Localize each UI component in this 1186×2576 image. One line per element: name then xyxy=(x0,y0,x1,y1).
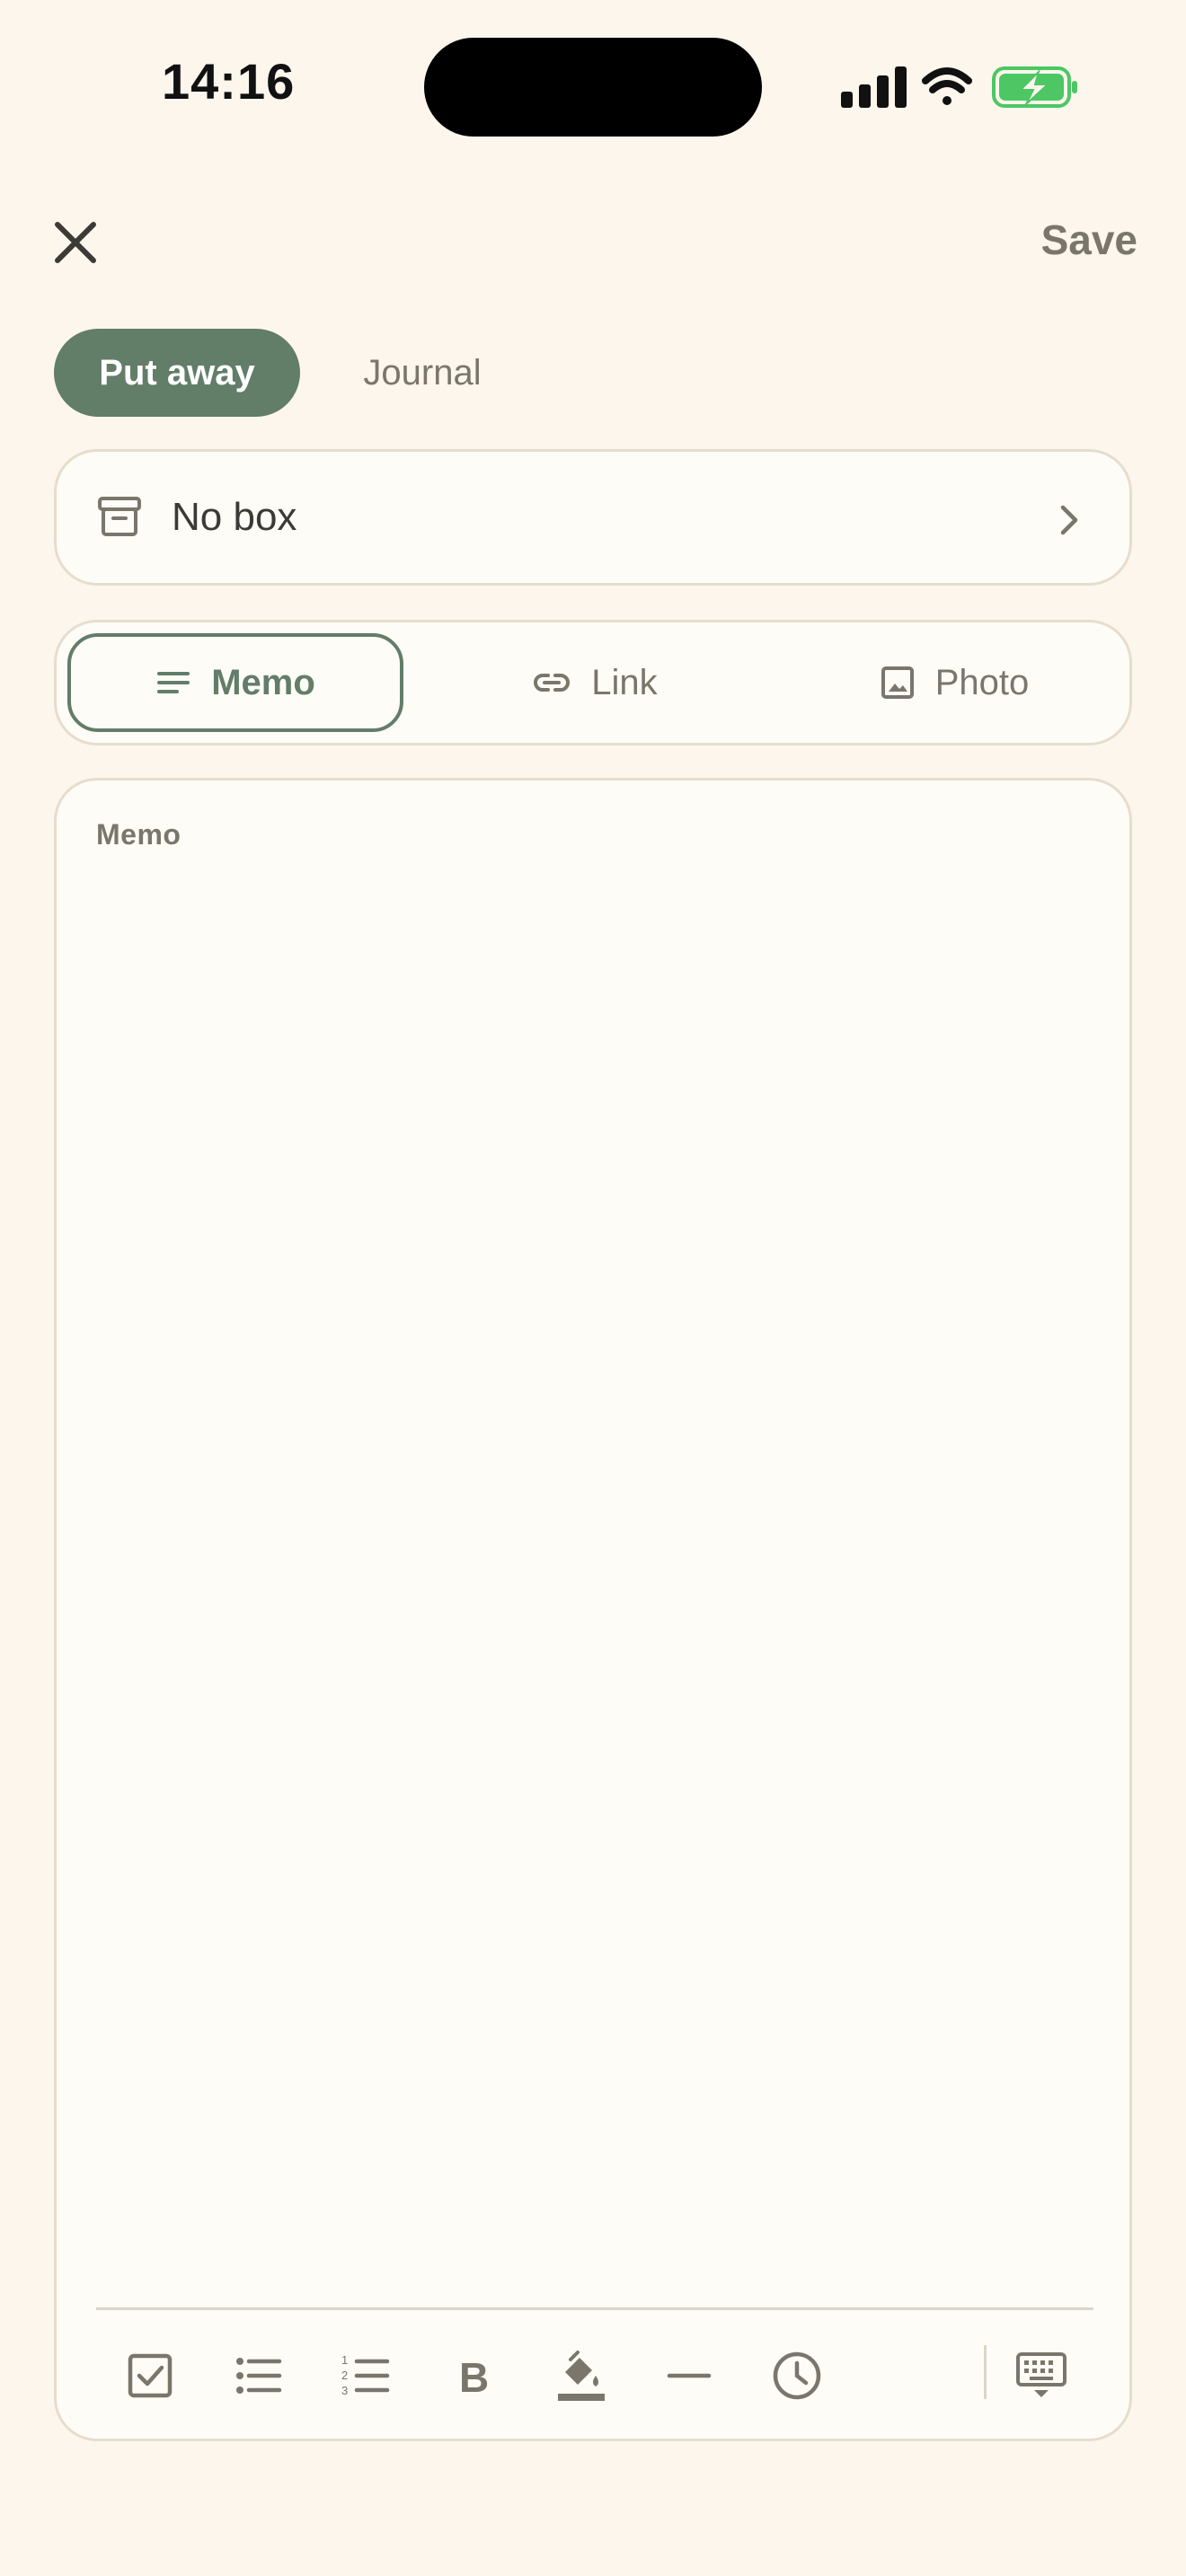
toolbar-divider xyxy=(96,2307,1093,2310)
battery-charging-icon xyxy=(992,66,1077,108)
lines-icon xyxy=(157,672,190,693)
bullet-list-button[interactable] xyxy=(222,2340,294,2412)
toolbar-separator xyxy=(984,2345,987,2399)
dismiss-keyboard-button[interactable] xyxy=(1005,2340,1077,2412)
svg-text:B: B xyxy=(459,2354,489,2401)
save-button[interactable]: Save xyxy=(1041,216,1137,264)
highlight-icon xyxy=(558,2351,605,2401)
bold-icon: B xyxy=(459,2354,489,2401)
tab-link-label: Link xyxy=(591,662,658,702)
archive-box-icon xyxy=(98,497,141,536)
image-icon xyxy=(881,666,914,699)
memo-label: Memo xyxy=(96,818,181,851)
chevron-right-icon xyxy=(1060,505,1078,535)
wifi-icon xyxy=(922,67,972,105)
content-type-selector: Memo Link Photo xyxy=(54,620,1132,745)
close-icon xyxy=(55,222,96,263)
status-icons xyxy=(839,63,1082,117)
memo-editor: Memo 1 2 3 B xyxy=(54,778,1132,2441)
memo-input[interactable] xyxy=(96,870,1093,2182)
cellular-signal-icon xyxy=(841,66,907,108)
bold-button[interactable]: B xyxy=(438,2340,509,2412)
clock-icon xyxy=(773,2351,821,2400)
mode-put-away[interactable]: Put away xyxy=(54,329,300,417)
tab-memo-label: Memo xyxy=(211,662,315,702)
dynamic-island xyxy=(424,38,762,137)
highlight-button[interactable] xyxy=(545,2340,617,2412)
divider-button[interactable] xyxy=(653,2340,725,2412)
box-selector[interactable]: No box xyxy=(54,449,1132,586)
tab-photo-label: Photo xyxy=(934,662,1030,702)
timestamp-button[interactable] xyxy=(761,2340,833,2412)
tab-memo[interactable]: Memo xyxy=(67,633,403,732)
close-button[interactable] xyxy=(45,212,106,273)
bullet-list-icon xyxy=(236,2358,282,2394)
box-label: No box xyxy=(172,495,297,539)
mode-journal[interactable]: Journal xyxy=(336,329,509,417)
checkbox-icon xyxy=(128,2353,173,2398)
svg-text:3: 3 xyxy=(341,2384,348,2397)
numbered-list-button[interactable]: 1 2 3 xyxy=(330,2340,402,2412)
divider-line-icon xyxy=(667,2373,712,2378)
status-time: 14:16 xyxy=(162,53,296,110)
svg-text:2: 2 xyxy=(341,2369,348,2382)
numbered-list-icon: 1 2 3 xyxy=(341,2353,390,2397)
keyboard-dismiss-icon xyxy=(1016,2352,1067,2397)
tab-photo[interactable]: Photo xyxy=(786,633,1122,732)
link-icon xyxy=(534,674,571,692)
svg-text:1: 1 xyxy=(341,2353,348,2367)
checkbox-button[interactable] xyxy=(114,2340,186,2412)
tab-link[interactable]: Link xyxy=(427,633,763,732)
